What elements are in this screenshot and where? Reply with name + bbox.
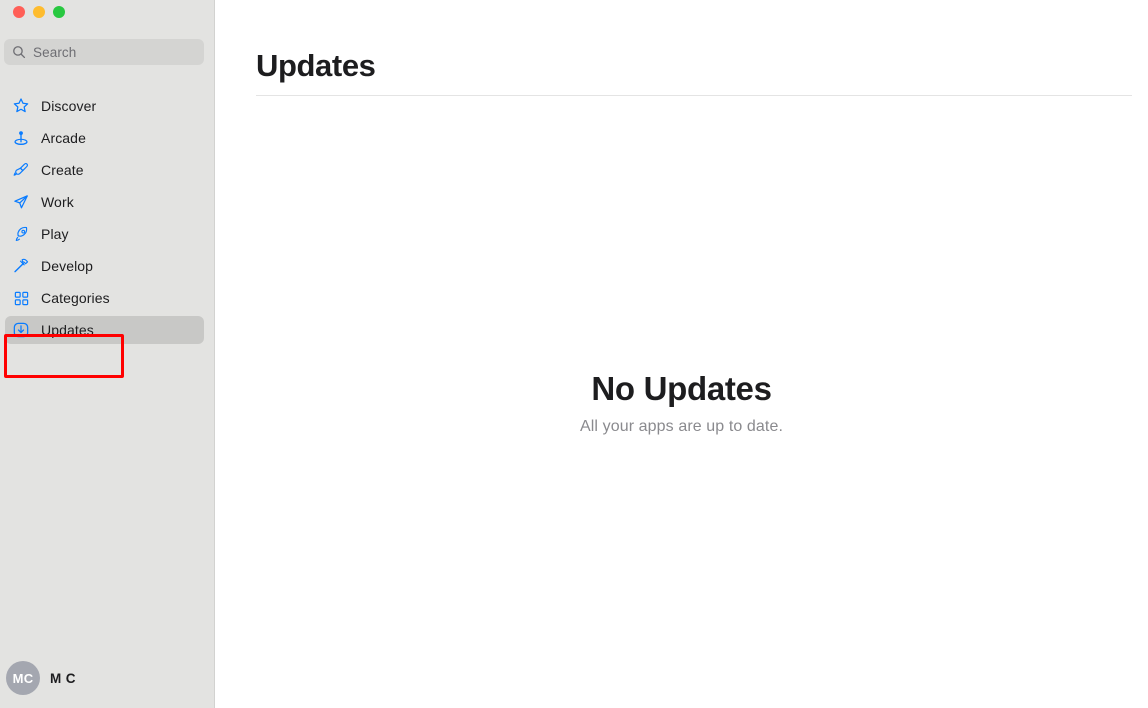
sidebar-item-arcade[interactable]: Arcade [5,124,204,152]
maximize-window-button[interactable] [53,6,65,18]
account-row[interactable]: MC M C [0,656,215,700]
search-icon [12,45,26,59]
paintbrush-icon [11,160,31,180]
title-divider [256,95,1132,96]
star-icon [11,96,31,116]
sidebar-item-discover[interactable]: Discover [5,92,204,120]
account-name: M C [50,670,76,686]
rocket-icon [11,224,31,244]
joystick-icon [11,128,31,148]
sidebar-item-label: Work [41,194,74,210]
sidebar-item-play[interactable]: Play [5,220,204,248]
close-window-button[interactable] [13,6,25,18]
grid-icon [11,288,31,308]
page-title: Updates [256,48,376,83]
sidebar-item-label: Arcade [41,130,86,146]
search-input[interactable]: Search [4,39,204,65]
sidebar-item-updates[interactable]: Updates [5,316,204,344]
empty-state: No Updates All your apps are up to date. [215,368,1148,436]
sidebar-item-label: Create [41,162,84,178]
search-placeholder: Search [33,44,77,60]
sidebar-item-categories[interactable]: Categories [5,284,204,312]
app-store-window: Search Discover Arcade Create Work Play … [0,0,1148,708]
main-content: Updates No Updates All your apps are up … [215,0,1148,708]
sidebar-item-create[interactable]: Create [5,156,204,184]
sidebar-item-work[interactable]: Work [5,188,204,216]
avatar: MC [6,661,40,695]
empty-state-subtitle: All your apps are up to date. [579,418,784,435]
sidebar-item-label: Categories [41,290,110,306]
paper-plane-icon [11,192,31,212]
sidebar-item-develop[interactable]: Develop [5,252,204,280]
sidebar: Search Discover Arcade Create Work Play … [0,0,215,708]
sidebar-item-label: Discover [41,98,97,114]
download-circle-icon [11,320,31,340]
sidebar-item-label: Updates [41,322,94,338]
hammer-icon [11,256,31,276]
sidebar-item-label: Play [41,226,69,242]
window-traffic-lights [13,6,65,18]
empty-state-title: No Updates [591,370,772,407]
sidebar-nav: Discover Arcade Create Work Play Develop… [0,88,215,348]
minimize-window-button[interactable] [33,6,45,18]
sidebar-item-label: Develop [41,258,94,274]
